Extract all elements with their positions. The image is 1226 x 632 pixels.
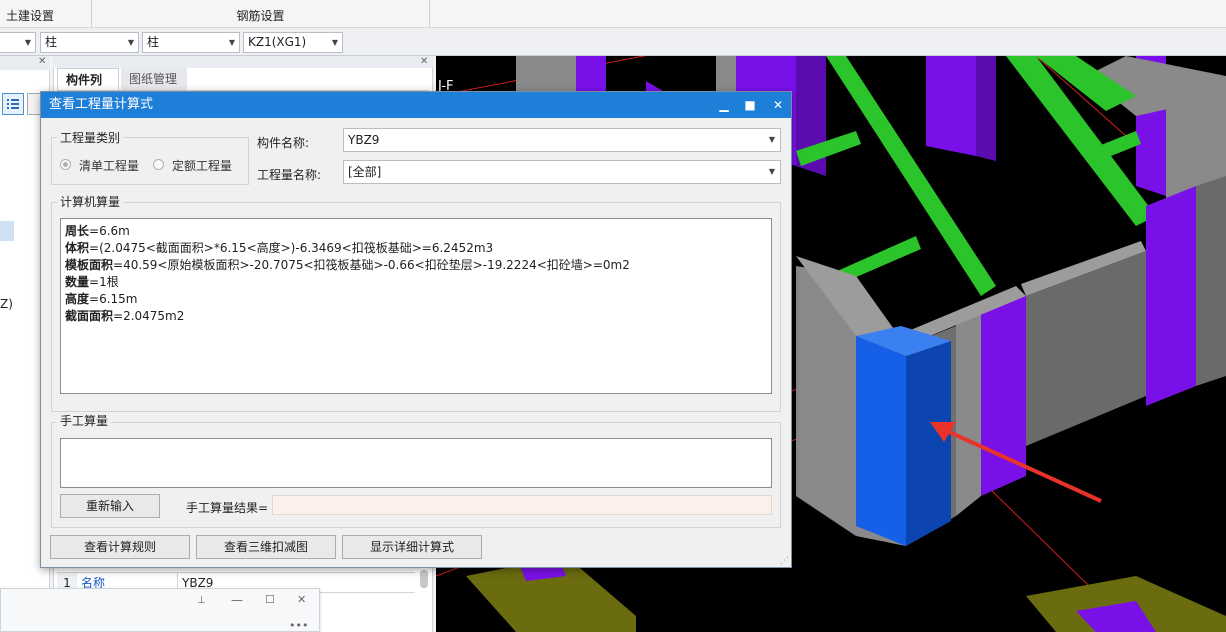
close-icon[interactable]: ✕: [297, 593, 306, 606]
radio-bill-qty[interactable]: [60, 159, 71, 170]
radio-quota-label: 定额工程量: [172, 159, 233, 173]
maximize-icon[interactable]: ■: [737, 92, 763, 118]
minimize-icon[interactable]: ▁: [711, 92, 737, 118]
scrollbar-thumb[interactable]: [420, 570, 428, 588]
manual-result-field[interactable]: [272, 495, 772, 515]
tab-component-list[interactable]: 构件列表: [57, 68, 119, 109]
formula-line: 体积=(2.0475<截面面积>*6.15<高度>)-6.3469<扣筏板基础>…: [65, 241, 494, 255]
formula-line: 周长=6.6m: [65, 224, 130, 238]
maximize-icon[interactable]: ☐: [265, 593, 275, 606]
dialog-titlebar[interactable]: 查看工程量计算式 ▁ ■ ✕: [41, 92, 791, 118]
reenter-button[interactable]: 重新输入: [60, 494, 160, 518]
category-combo[interactable]: 柱 ▼: [40, 32, 139, 53]
tree-item-label: Z): [0, 297, 13, 311]
chevron-down-icon: ▼: [331, 38, 338, 47]
minimize-icon[interactable]: —: [231, 593, 243, 607]
chevron-down-icon: ▼: [768, 167, 775, 176]
qty-name-select[interactable]: [全部] ▼: [343, 160, 781, 184]
chevron-down-icon: ▼: [24, 38, 31, 47]
formula-line: 高度=6.15m: [65, 292, 138, 306]
show-detailed-formula-button[interactable]: 显示详细计算式: [342, 535, 482, 559]
formula-text-area[interactable]: 周长=6.6m 体积=(2.0475<截面面积>*6.15<高度>)-6.346…: [60, 218, 772, 394]
ribbon-tab-rebar-settings[interactable]: 钢筋设置: [92, 0, 430, 28]
selected-tree-item[interactable]: [0, 221, 14, 241]
manual-calc-input[interactable]: [60, 438, 772, 488]
formula-line: 截面面积=2.0475m2: [65, 309, 185, 323]
component-panel-header: [53, 56, 433, 68]
qty-name-label: 工程量名称:: [257, 168, 322, 182]
formula-line: 模板面积=40.59<原始模板面积>-20.7075<扣筏板基础>-0.66<扣…: [65, 258, 630, 272]
qty-type-label: 工程量类别: [57, 129, 124, 146]
chevron-down-icon: ▼: [228, 38, 235, 47]
manual-calc-label: 手工算量: [57, 412, 112, 429]
close-icon[interactable]: ✕: [765, 92, 791, 118]
ribbon-tab-civil-settings[interactable]: 土建设置: [0, 0, 92, 28]
floating-mini-window: ⊥ — ☐ ✕ •••: [0, 588, 320, 632]
component-name-value: YBZ9: [348, 133, 380, 147]
chevron-down-icon: ▼: [768, 135, 775, 144]
view-calc-rules-button[interactable]: 查看计算规则: [50, 535, 190, 559]
computer-calc-label: 计算机算量: [57, 193, 124, 210]
type-combo[interactable]: 柱 ▼: [142, 32, 240, 53]
tab-drawing-management[interactable]: 图纸管理: [121, 68, 187, 90]
component-combo-value: KZ1(XG1): [248, 35, 307, 49]
component-name-label: 构件名称:: [257, 136, 310, 150]
dialog-title: 查看工程量计算式: [49, 97, 154, 112]
component-combo[interactable]: KZ1(XG1) ▼: [243, 32, 343, 53]
list-view-icon[interactable]: [2, 93, 24, 115]
component-name-select[interactable]: YBZ9 ▼: [343, 128, 781, 152]
radio-bill-label: 清单工程量: [79, 159, 140, 173]
radio-quota-qty[interactable]: [153, 159, 164, 170]
chevron-down-icon: ▼: [127, 38, 134, 47]
qty-name-value: [全部]: [348, 165, 382, 179]
grid-view-icon[interactable]: [27, 93, 41, 115]
more-icon[interactable]: •••: [289, 619, 308, 632]
manual-result-label: 手工算量结果=: [186, 501, 269, 515]
type-combo-value: 柱: [147, 35, 160, 49]
calc-formula-dialog: 查看工程量计算式 ▁ ■ ✕ 工程量类别 清单工程量 定额工程量 构件名称: Y…: [40, 91, 792, 568]
floor-combo[interactable]: ▼: [0, 32, 36, 53]
close-icon[interactable]: ✕: [420, 56, 428, 67]
category-combo-value: 柱: [45, 35, 58, 49]
formula-line: 数量=1根: [65, 275, 119, 289]
pin-icon[interactable]: ⊥: [197, 595, 206, 606]
close-icon[interactable]: ✕: [38, 56, 46, 67]
resize-grip-icon[interactable]: ⋰: [780, 556, 789, 566]
view-3d-deduction-button[interactable]: 查看三维扣减图: [196, 535, 336, 559]
